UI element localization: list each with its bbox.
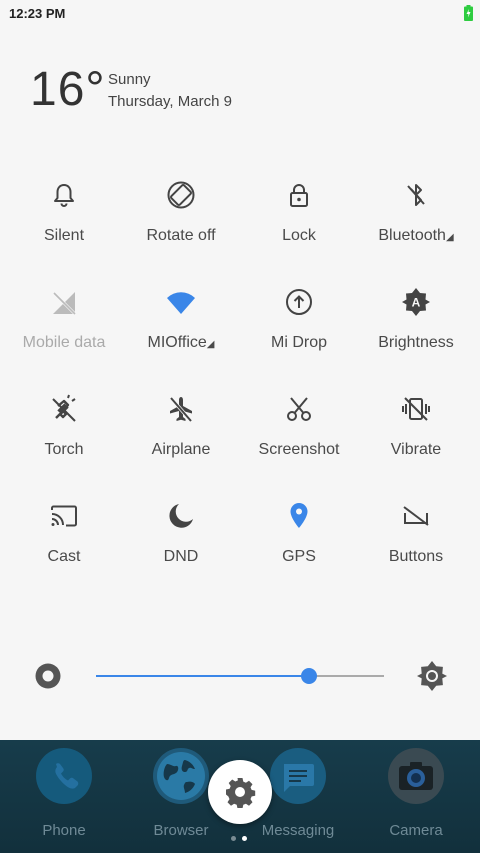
dock-app-label: Camera bbox=[389, 822, 443, 839]
airplane-icon bbox=[169, 396, 193, 423]
toggle-mobile-data[interactable]: Mobile data bbox=[5, 285, 123, 365]
messaging-app-icon bbox=[270, 748, 326, 804]
cast-icon bbox=[51, 505, 77, 527]
dock-app-camera[interactable]: Camera bbox=[366, 748, 466, 839]
toggle-label: Cast bbox=[47, 548, 81, 565]
toggle-label-text: Bluetooth bbox=[378, 227, 446, 244]
toggle-airplane[interactable]: Airplane bbox=[122, 392, 240, 472]
torch-icon bbox=[52, 394, 76, 422]
moon-icon bbox=[169, 504, 193, 528]
page-dot bbox=[231, 836, 236, 841]
toggle-label: Mobile data bbox=[22, 334, 106, 351]
toggle-label: MIOffice◢ bbox=[122, 334, 240, 352]
toggle-silent[interactable]: Silent bbox=[5, 178, 123, 258]
svg-text:A: A bbox=[412, 296, 421, 310]
expand-arrow-icon: ◢ bbox=[445, 232, 454, 243]
toggle-label: Rotate off bbox=[146, 227, 216, 244]
toggle-mi-drop[interactable]: Mi Drop bbox=[240, 285, 358, 365]
auto-brightness-icon: A bbox=[402, 288, 430, 316]
battery-charging-icon bbox=[464, 5, 473, 21]
location-pin-icon bbox=[290, 503, 308, 528]
toggle-lock[interactable]: Lock bbox=[240, 178, 358, 258]
toggle-label: Airplane bbox=[151, 441, 211, 458]
toggle-label: Bluetooth◢ bbox=[357, 227, 475, 245]
gear-icon bbox=[226, 778, 256, 808]
settings-button[interactable] bbox=[208, 760, 272, 824]
globe-icon bbox=[157, 752, 205, 800]
toggle-label: DND bbox=[163, 548, 199, 565]
status-time: 12:23 PM bbox=[9, 6, 66, 21]
vibrate-off-icon bbox=[402, 397, 430, 421]
toggle-brightness[interactable]: A Brightness bbox=[357, 285, 475, 365]
status-bar: 12:23 PM bbox=[0, 0, 480, 26]
dock-app-label: Messaging bbox=[261, 822, 335, 839]
toggle-label: Mi Drop bbox=[270, 334, 327, 351]
toggle-label: Torch bbox=[44, 441, 84, 458]
bluetooth-off-icon bbox=[407, 184, 425, 206]
phone-icon bbox=[55, 763, 79, 789]
dock-app-label: Browser bbox=[153, 822, 209, 839]
toggle-label: Brightness bbox=[378, 334, 454, 351]
toggle-label-text: MIOffice bbox=[147, 334, 207, 351]
auto-brightness-toggle-icon[interactable] bbox=[33, 661, 63, 691]
toggle-screenshot[interactable]: Screenshot bbox=[240, 392, 358, 472]
brightness-slider-thumb[interactable] bbox=[301, 668, 318, 684]
toggle-label: Buttons bbox=[388, 548, 444, 565]
buttons-off-icon bbox=[403, 506, 429, 526]
weather-date: Thursday, March 9 bbox=[108, 93, 232, 110]
camera-app-icon bbox=[388, 748, 444, 804]
expand-arrow-icon: ◢ bbox=[206, 339, 215, 350]
toggle-buttons[interactable]: Buttons bbox=[357, 499, 475, 579]
mobile-data-off-icon bbox=[52, 291, 77, 316]
toggle-bluetooth[interactable]: Bluetooth◢ bbox=[357, 178, 475, 258]
camera-icon bbox=[399, 762, 433, 790]
page-indicator bbox=[231, 836, 251, 842]
browser-app-icon bbox=[153, 748, 209, 804]
toggle-label: GPS bbox=[282, 548, 316, 565]
brightness-slider-fill bbox=[96, 675, 310, 677]
message-icon bbox=[284, 764, 314, 792]
dock-app-phone[interactable]: Phone bbox=[14, 748, 114, 839]
scissors-icon bbox=[287, 397, 311, 421]
rotate-icon bbox=[167, 181, 195, 209]
brightness-control bbox=[0, 656, 480, 696]
toggle-cast[interactable]: Cast bbox=[5, 499, 123, 579]
dock-app-label: Phone bbox=[42, 822, 86, 839]
weather-condition: Sunny bbox=[108, 71, 151, 88]
toggle-label: Lock bbox=[282, 227, 316, 244]
brightness-icon bbox=[417, 661, 447, 691]
lock-icon bbox=[290, 184, 308, 207]
bell-icon bbox=[54, 184, 74, 207]
toggle-vibrate[interactable]: Vibrate bbox=[357, 392, 475, 472]
page-dot-active bbox=[242, 836, 247, 841]
toggle-label: Screenshot bbox=[258, 441, 340, 458]
toggle-wifi[interactable]: MIOffice◢ bbox=[122, 285, 240, 365]
brightness-slider[interactable] bbox=[96, 668, 384, 684]
toggle-torch[interactable]: Torch bbox=[5, 392, 123, 472]
toggle-label: Vibrate bbox=[390, 441, 442, 458]
toggle-label: Silent bbox=[43, 227, 85, 244]
wifi-icon bbox=[167, 292, 195, 314]
upload-icon bbox=[286, 289, 312, 315]
phone-app-icon bbox=[36, 748, 92, 804]
toggle-dnd[interactable]: DND bbox=[122, 499, 240, 579]
temperature: 16° bbox=[30, 63, 106, 116]
toggle-gps[interactable]: GPS bbox=[240, 499, 358, 579]
toggle-rotate[interactable]: Rotate off bbox=[122, 178, 240, 258]
